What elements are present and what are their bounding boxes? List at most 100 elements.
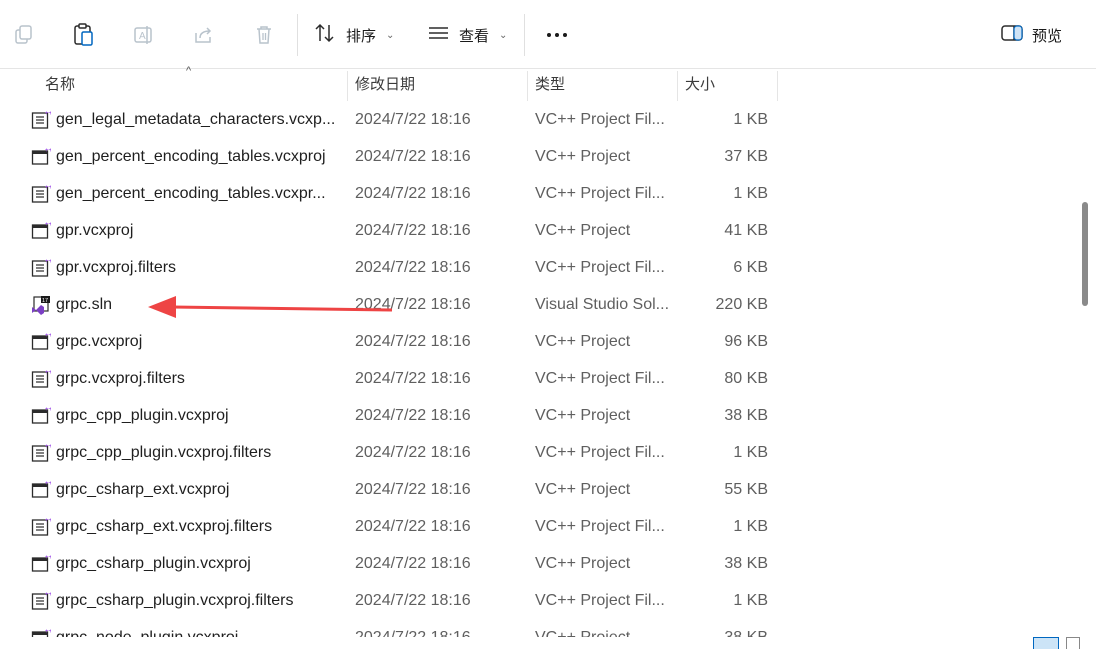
file-type: VC++ Project Fil... <box>535 185 665 202</box>
file-row[interactable]: ++ grpc_csharp_plugin.vcxproj 2024/7/22 18… <box>0 545 1078 582</box>
file-date: 2024/7/22 18:16 <box>355 555 471 572</box>
svg-text:++: ++ <box>45 592 51 598</box>
file-type: VC++ Project Fil... <box>535 370 665 387</box>
toolbar-divider <box>297 14 298 56</box>
paste-icon[interactable] <box>69 20 99 50</box>
file-row[interactable]: ++ grpc.vcxproj.filters 2024/7/22 18:16 VC+… <box>0 360 1078 397</box>
file-name: gpr.vcxproj.filters <box>56 259 177 276</box>
file-name: grpc.vcxproj <box>56 333 143 350</box>
toolbar-divider <box>524 14 525 56</box>
view-button[interactable]: 查看 ⌄ <box>427 17 507 53</box>
vcxproj-filters-icon: ++ <box>31 258 53 278</box>
file-name: gen_percent_encoding_tables.vcxproj <box>56 148 326 165</box>
vcxproj-icon: ++ <box>31 147 53 167</box>
column-divider[interactable] <box>777 71 778 101</box>
svg-text:++: ++ <box>45 407 51 413</box>
copy-icon[interactable] <box>9 20 39 50</box>
vcxproj-filters-icon: ++ <box>31 517 53 537</box>
vcxproj-filters-icon: ++ <box>31 591 53 611</box>
file-name: gen_legal_metadata_characters.vcxp... <box>56 111 336 128</box>
vcxproj-filters-icon: ++ <box>31 443 53 463</box>
column-header-type[interactable]: 类型 <box>527 69 677 101</box>
file-date: 2024/7/22 18:16 <box>355 370 471 387</box>
file-row[interactable]: ++ grpc_csharp_ext.vcxproj 2024/7/22 18:16… <box>0 471 1078 508</box>
svg-text:++: ++ <box>45 259 51 265</box>
file-row[interactable]: ++ grpc_node_plugin.vcxproj 2024/7/22 18:1… <box>0 619 1078 637</box>
file-size: 41 KB <box>724 222 768 239</box>
svg-text:++: ++ <box>45 555 51 561</box>
file-row[interactable]: ++ grpc_cpp_plugin.vcxproj.filters 2024/7/… <box>0 434 1078 471</box>
file-name: grpc_csharp_ext.vcxproj <box>56 481 230 498</box>
details-view-button[interactable] <box>1033 637 1059 649</box>
file-row[interactable]: ++ gpr.vcxproj 2024/7/22 18:16 VC++ Project… <box>0 212 1078 249</box>
visual-studio-sln-icon: 17 <box>31 295 51 315</box>
more-icon-dot <box>563 33 567 37</box>
view-label: 查看 <box>459 27 490 45</box>
column-header-row: ^ 名称 修改日期 类型 大小 <box>0 65 1078 101</box>
share-icon[interactable] <box>189 20 219 50</box>
file-date: 2024/7/22 18:16 <box>355 111 471 128</box>
file-date: 2024/7/22 18:16 <box>355 296 471 313</box>
file-row[interactable]: ++ gen_percent_encoding_tables.vcxpr... 20… <box>0 175 1078 212</box>
column-header-name[interactable]: 名称 <box>37 69 347 101</box>
file-name: grpc_csharp_plugin.vcxproj <box>56 555 251 572</box>
file-name: grpc.sln <box>56 296 113 313</box>
file-type: VC++ Project <box>535 222 631 239</box>
more-options-button[interactable] <box>540 24 574 46</box>
svg-text:++: ++ <box>45 333 51 339</box>
file-row[interactable]: ++ gpr.vcxproj.filters 2024/7/22 18:16 VC++… <box>0 249 1078 286</box>
tiles-view-button[interactable] <box>1066 637 1080 649</box>
file-row[interactable]: 17 grpc.sln 2024/7/22 18:16 Visual Studio S… <box>0 286 1078 323</box>
file-type: VC++ Project Fil... <box>535 518 665 535</box>
vcxproj-icon: ++ <box>31 221 53 241</box>
svg-text:++: ++ <box>45 481 51 487</box>
file-row[interactable]: ++ grpc_csharp_ext.vcxproj.filters 2024/7/… <box>0 508 1078 545</box>
file-type: VC++ Project <box>535 333 631 350</box>
file-date: 2024/7/22 18:16 <box>355 259 471 276</box>
vertical-scrollbar[interactable] <box>1078 69 1096 637</box>
file-list: ++ gen_legal_metadata_characters.vcxp... 2… <box>0 101 1078 637</box>
file-row[interactable]: ++ grpc.vcxproj 2024/7/22 18:16 VC++ Projec… <box>0 323 1078 360</box>
file-size: 1 KB <box>733 111 768 128</box>
file-name: grpc_csharp_plugin.vcxproj.filters <box>56 592 294 609</box>
chevron-down-icon: ⌄ <box>386 29 395 41</box>
file-date: 2024/7/22 18:16 <box>355 222 471 239</box>
file-name: grpc_csharp_ext.vcxproj.filters <box>56 518 273 535</box>
file-date: 2024/7/22 18:16 <box>355 444 471 461</box>
file-size: 1 KB <box>733 592 768 609</box>
rename-icon[interactable]: A <box>129 20 159 50</box>
svg-text:++: ++ <box>45 111 51 117</box>
vcxproj-filters-icon: ++ <box>31 110 53 130</box>
column-header-size[interactable]: 大小 <box>677 69 777 101</box>
file-size: 38 KB <box>724 555 768 572</box>
file-row[interactable]: ++ grpc_cpp_plugin.vcxproj 2024/7/22 18:16… <box>0 397 1078 434</box>
scrollbar-thumb[interactable] <box>1082 202 1088 306</box>
file-type: VC++ Project <box>535 555 631 572</box>
sort-label: 排序 <box>346 27 377 45</box>
file-row[interactable]: ++ grpc_csharp_plugin.vcxproj.filters 2024… <box>0 582 1078 619</box>
command-bar: A 排序 ⌄ 查看 ⌄ 预览 <box>0 0 1096 69</box>
file-size: 37 KB <box>724 148 768 165</box>
sort-button[interactable]: 排序 ⌄ <box>314 17 394 53</box>
file-size: 1 KB <box>733 185 768 202</box>
svg-text:++: ++ <box>45 370 51 376</box>
column-header-date[interactable]: 修改日期 <box>347 69 527 101</box>
file-row[interactable]: ++ gen_percent_encoding_tables.vcxproj 202… <box>0 138 1078 175</box>
more-icon-dot <box>555 33 559 37</box>
file-type: Visual Studio Sol... <box>535 296 670 313</box>
delete-icon[interactable] <box>249 20 279 50</box>
preview-pane-icon <box>1000 23 1024 47</box>
file-date: 2024/7/22 18:16 <box>355 518 471 535</box>
svg-text:A: A <box>139 31 146 42</box>
file-row[interactable]: ++ gen_legal_metadata_characters.vcxp... 2… <box>0 101 1078 138</box>
file-size: 55 KB <box>724 481 768 498</box>
file-date: 2024/7/22 18:16 <box>355 185 471 202</box>
file-size: 220 KB <box>715 296 768 313</box>
file-type: VC++ Project Fil... <box>535 259 665 276</box>
file-type: VC++ Project Fil... <box>535 592 665 609</box>
preview-button[interactable]: 预览 <box>1000 17 1062 53</box>
file-name: gpr.vcxproj <box>56 222 134 239</box>
file-size: 80 KB <box>724 370 768 387</box>
file-type: VC++ Project <box>535 481 631 498</box>
file-date: 2024/7/22 18:16 <box>355 148 471 165</box>
